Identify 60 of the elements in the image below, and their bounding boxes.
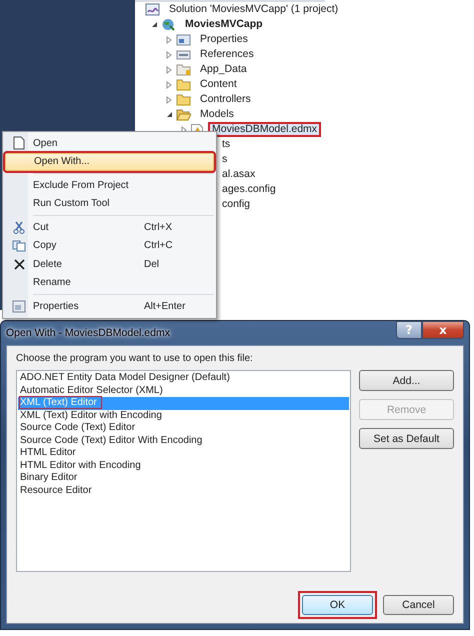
references-icon [176,48,191,61]
document-icon [13,136,25,150]
side-button[interactable]: Set as Default [359,428,454,449]
data-folder-icon [176,63,191,76]
scissors-icon [13,220,25,234]
collapsed-arrow-icon[interactable] [166,50,172,58]
globe-icon [161,18,176,31]
program-option[interactable]: Resource Editor [18,484,349,497]
dialog-button[interactable]: Cancel [383,595,454,615]
prompt-text: Choose the program you want to use to open this file: [16,353,254,364]
solution-icon [145,3,160,16]
properties-icon [12,300,26,313]
program-option[interactable]: Source Code (Text) Editor With Encoding [18,434,349,447]
tree-item[interactable]: Controllers [196,92,255,107]
program-option[interactable]: HTML Editor [18,447,349,460]
collapsed-arrow-icon[interactable] [166,66,172,74]
dialog-button[interactable]: OK [302,595,373,615]
tree-item[interactable]: Solution 'MoviesMVCapp' (1 project) [165,2,342,17]
menu-item[interactable]: Open [5,134,214,152]
copy-icon [12,240,26,252]
menu-item[interactable]: Open With... [5,152,214,171]
tree-item[interactable]: ts [218,137,234,152]
close-button[interactable]: x [422,321,464,339]
program-option[interactable]: Automatic Editor Selector (XML) [18,384,349,397]
collapsed-arrow-icon[interactable] [166,80,172,88]
menu-item[interactable]: Cut Ctrl+X [5,218,214,236]
program-option[interactable]: Source Code (Text) Editor [18,422,349,434]
tree-item[interactable]: s [218,152,232,167]
program-option[interactable]: Binary Editor [18,472,349,484]
menu-item[interactable]: Run Custom Tool [5,194,214,213]
window-title: Open With - MoviesDBModel.edmx [6,327,170,339]
menu-item[interactable]: Exclude From Project [5,176,214,194]
expanded-arrow-icon[interactable] [166,111,172,118]
tree-item[interactable]: MoviesDBModel.edmx [208,122,322,137]
tree-item[interactable]: Content [196,77,241,92]
tree-item[interactable]: config [218,197,254,212]
open-folder-icon [176,108,191,121]
expanded-arrow-icon[interactable] [150,21,158,28]
menu-item[interactable]: Delete Del [5,255,214,274]
menu-item[interactable]: Properties Alt+Enter [5,297,214,316]
collapsed-arrow-icon[interactable] [181,126,187,134]
tree-item[interactable]: Properties [196,32,252,47]
program-option[interactable]: HTML Editor with Encoding [18,460,349,472]
collapsed-arrow-icon[interactable] [166,96,172,104]
program-option[interactable]: XML (Text) Editor with Encoding [18,410,349,422]
tree-item[interactable]: ages.config [218,182,280,197]
tree-item[interactable]: MoviesMVCapp [181,17,267,32]
tree-item[interactable]: Models [196,107,238,122]
folder-icon [176,93,191,106]
collapsed-arrow-icon[interactable] [166,36,172,44]
tree-item[interactable]: References [196,47,258,62]
side-button[interactable]: Add... [359,370,454,391]
folder-icon [176,78,191,91]
menu-item[interactable]: Rename [5,274,214,292]
program-option[interactable]: ADO.NET Entity Data Model Designer (Default) [18,372,349,384]
tree-item[interactable]: App_Data [196,62,251,77]
delete-icon [14,258,24,270]
tree-item[interactable]: al.asax [218,167,260,182]
menu-item[interactable]: Copy Ctrl+C [5,236,214,255]
properties-icon [176,33,191,46]
